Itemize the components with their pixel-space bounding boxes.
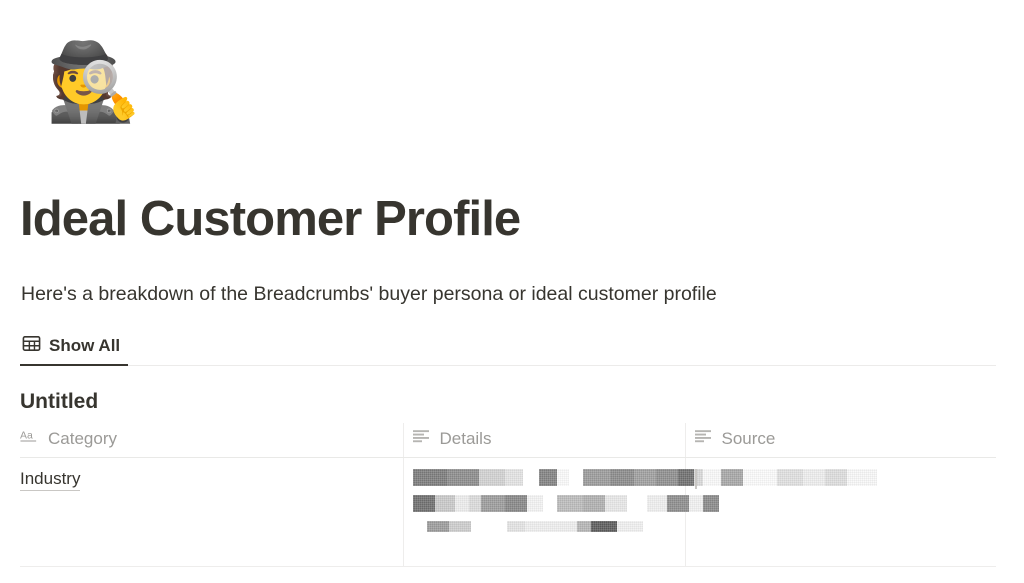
redacted-details-content	[412, 468, 719, 532]
redacted-line	[412, 468, 708, 486]
redacted-block	[582, 494, 605, 512]
redacted-block	[524, 520, 577, 532]
svg-text:Aa: Aa	[20, 431, 33, 442]
table-grid-icon	[22, 334, 41, 358]
cell-details[interactable]	[402, 457, 719, 567]
redacted-block	[538, 468, 557, 486]
redacted-block	[426, 520, 449, 532]
redacted-gap	[471, 521, 507, 532]
redacted-block	[702, 494, 719, 512]
redacted-block	[777, 468, 803, 486]
redacted-block	[604, 494, 627, 512]
redacted-block	[526, 494, 543, 512]
table-header-row: Aa Category Details Source	[20, 423, 996, 458]
tab-show-all[interactable]: Show All	[20, 326, 129, 366]
detective-emoji-icon[interactable]: 🕵️	[46, 22, 141, 142]
redacted-block	[677, 468, 694, 486]
text-lines-icon	[412, 429, 431, 448]
column-header-details[interactable]: Details	[402, 423, 685, 458]
redacted-block	[590, 520, 617, 532]
redacted-block	[454, 494, 469, 512]
text-lines-icon	[694, 429, 713, 448]
column-label-category: Category	[48, 428, 117, 448]
redacted-gap	[523, 469, 539, 486]
redacted-block	[582, 468, 610, 486]
redacted-block	[478, 468, 505, 486]
page-title[interactable]: Ideal Customer Profile	[20, 190, 521, 248]
redacted-block	[446, 468, 479, 486]
redacted-block	[576, 520, 591, 532]
redacted-block	[803, 468, 825, 486]
redacted-block	[616, 520, 643, 532]
text-aa-icon: Aa	[20, 428, 39, 449]
redacted-gap	[413, 521, 427, 532]
column-label-source: Source	[721, 428, 776, 448]
redacted-block	[655, 468, 678, 486]
table-title[interactable]: Untitled	[20, 388, 996, 416]
redacted-block	[556, 494, 583, 512]
redacted-block	[506, 520, 525, 532]
column-header-category[interactable]: Aa Category	[20, 423, 403, 458]
redacted-source-content	[694, 468, 989, 489]
redacted-block	[468, 494, 481, 512]
redacted-block	[847, 468, 877, 486]
page-link-industry[interactable]: Industry	[20, 469, 81, 491]
column-header-source[interactable]: Source	[684, 423, 996, 458]
redacted-line	[703, 468, 877, 486]
redacted-block	[556, 468, 569, 486]
redacted-block	[825, 468, 847, 486]
redacted-block	[412, 494, 435, 512]
redacted-block	[609, 468, 634, 486]
redacted-block	[721, 468, 743, 486]
redacted-line	[412, 494, 719, 512]
redacted-block	[434, 494, 455, 512]
database-view-tab-bar: Show All	[20, 326, 996, 366]
page-subtitle[interactable]: Here's a breakdown of the Breadcrumbs' b…	[21, 280, 717, 308]
redacted-block	[703, 468, 721, 486]
redacted-block	[412, 468, 447, 486]
cell-category[interactable]: Industry	[20, 457, 403, 567]
redacted-block	[504, 494, 527, 512]
redacted-block	[480, 494, 505, 512]
redacted-gap	[569, 469, 583, 486]
database-table-block: Untitled Aa Category Details Source Indu…	[20, 388, 996, 567]
redacted-block	[688, 494, 703, 512]
redacted-block	[666, 494, 689, 512]
redacted-block	[504, 468, 523, 486]
redacted-block	[646, 494, 667, 512]
notion-page: 🕵️ Ideal Customer Profile Here's a break…	[0, 0, 1024, 583]
table-row: Industry	[20, 457, 996, 567]
redacted-block	[448, 520, 471, 532]
redacted-line	[413, 520, 677, 532]
column-label-details: Details	[439, 428, 492, 448]
redacted-block	[743, 468, 777, 486]
cell-source[interactable]	[684, 457, 996, 567]
redacted-gap	[543, 495, 557, 512]
redacted-gap	[627, 495, 647, 512]
tab-label-show-all: Show All	[49, 335, 121, 355]
quote-block-bar	[694, 468, 697, 489]
database-table: Aa Category Details Source Industry	[20, 423, 996, 567]
redacted-block	[633, 468, 656, 486]
